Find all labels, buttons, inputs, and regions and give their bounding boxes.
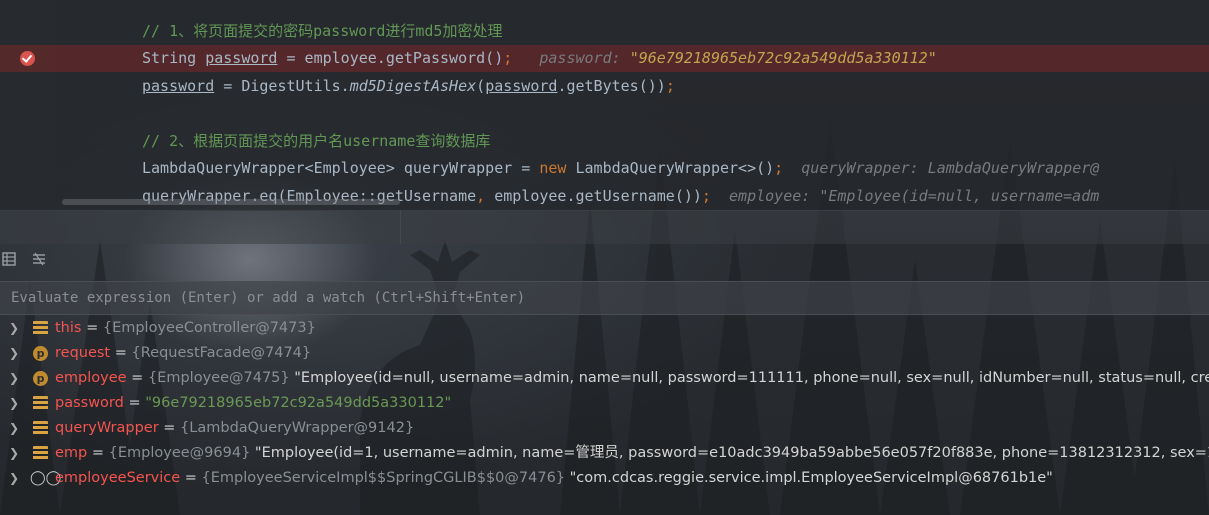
chevron-right-icon[interactable]: ❯	[9, 341, 21, 366]
evaluate-expression-input[interactable]	[0, 282, 1209, 314]
code-line-1: // 1、将页面提交的密码password进行md5加密处理	[0, 18, 1209, 45]
field-icon	[33, 421, 48, 436]
chevron-right-icon[interactable]: ❯	[9, 441, 21, 466]
code-line-6: queryWrapper.eq(Employee::getUsername, e…	[0, 183, 1209, 210]
variable-row-employee[interactable]: ❯ p employee = {Employee@7475} "Employee…	[0, 366, 1209, 391]
code-text: queryWrapper.eq(Employee::getUsername, e…	[142, 187, 1100, 205]
breakpoint-icon[interactable]	[20, 51, 35, 66]
chevron-right-icon[interactable]: ❯	[9, 391, 21, 416]
field-icon	[33, 321, 48, 336]
variables-tree: ❯ this = {EmployeeController@7473} ❯ p r…	[0, 316, 1209, 491]
variable-row-emp[interactable]: ❯ emp = {Employee@9694} "Employee(id=1, …	[0, 441, 1209, 466]
inline-debug-value: "96e79218965eb72c92a549dd5a330112"	[629, 49, 937, 67]
chevron-right-icon[interactable]: ❯	[9, 416, 21, 441]
table-icon[interactable]	[0, 252, 18, 270]
horizontal-scrollbar[interactable]	[62, 199, 400, 205]
panel-header-strip	[0, 210, 1209, 244]
panel-divider[interactable]	[400, 210, 401, 244]
layout-icon[interactable]	[30, 252, 48, 270]
inline-debug-hint: employee: "Employee(id=null, username=ad…	[729, 187, 1100, 205]
chevron-right-icon[interactable]: ❯	[9, 466, 21, 491]
code-text: LambdaQueryWrapper<Employee> queryWrappe…	[142, 159, 1100, 177]
code-editor[interactable]: // 1、将页面提交的密码password进行md5加密处理 String pa…	[0, 0, 1209, 211]
watch-glasses-icon: ◯◯	[30, 470, 62, 486]
variable-row-querywrapper[interactable]: ❯ queryWrapper = {LambdaQueryWrapper@914…	[0, 416, 1209, 441]
variable-row-request[interactable]: ❯ p request = {RequestFacade@7474}	[0, 341, 1209, 366]
chevron-right-icon[interactable]: ❯	[9, 316, 21, 341]
variable-row-password[interactable]: ❯ password = "96e79218965eb72c92a549dd5a…	[0, 391, 1209, 416]
code-comment: // 1、将页面提交的密码password进行md5加密处理	[142, 22, 503, 40]
code-line-4: // 2、根据页面提交的用户名username查询数据库	[0, 128, 1209, 155]
code-text: String password = employee.getPassword()…	[142, 49, 937, 67]
parameter-icon: p	[33, 346, 48, 361]
field-icon	[33, 446, 48, 461]
evaluate-expression-bar[interactable]	[0, 281, 1209, 315]
field-icon	[33, 396, 48, 411]
parameter-icon: p	[33, 371, 48, 386]
inline-debug-hint: password:	[539, 49, 630, 67]
inline-debug-hint: queryWrapper: LambdaQueryWrapper@	[801, 159, 1100, 177]
code-line-5: LambdaQueryWrapper<Employee> queryWrappe…	[0, 155, 1209, 182]
code-text: password = DigestUtils.md5DigestAsHex(pa…	[142, 77, 675, 95]
code-line-3: password = DigestUtils.md5DigestAsHex(pa…	[0, 73, 1209, 100]
variable-row-this[interactable]: ❯ this = {EmployeeController@7473}	[0, 316, 1209, 341]
code-comment: // 2、根据页面提交的用户名username查询数据库	[142, 132, 491, 150]
debugger-toolbar	[0, 248, 1209, 276]
code-line-2-current: String password = employee.getPassword()…	[0, 45, 1209, 72]
variable-row-employeeservice[interactable]: ❯ ◯◯ employeeService = {EmployeeServiceI…	[0, 466, 1209, 491]
chevron-right-icon[interactable]: ❯	[9, 366, 21, 391]
